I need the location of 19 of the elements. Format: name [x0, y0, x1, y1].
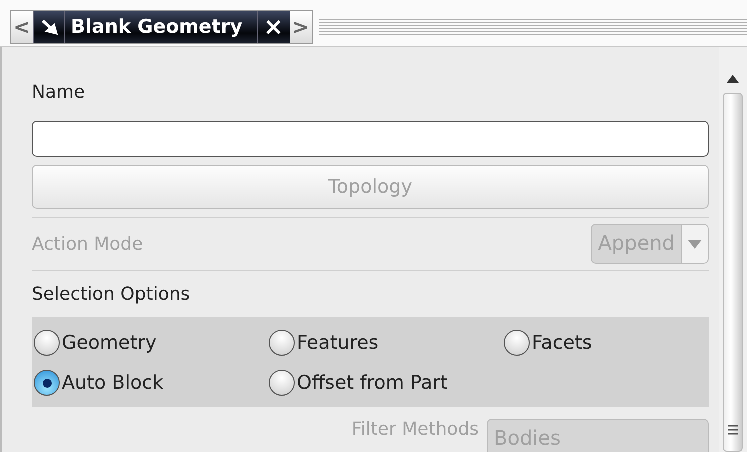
radio-option[interactable]: Offset from Part [269, 365, 504, 401]
radio-option[interactable]: Features [269, 325, 504, 361]
drag-grip[interactable] [318, 19, 747, 37]
selection-options-label: Selection Options [32, 284, 190, 304]
scrollbar[interactable] [719, 47, 747, 452]
action-mode-label: Action Mode [32, 234, 144, 254]
next-tab-button[interactable]: > [290, 11, 312, 43]
radio-option[interactable]: Auto Block [34, 365, 269, 401]
filter-methods-label: Filter Methods [352, 419, 479, 439]
name-input[interactable] [32, 121, 709, 157]
radio-option[interactable]: Facets [504, 325, 709, 361]
close-button[interactable]: × [258, 11, 290, 43]
grip-icon [728, 425, 738, 437]
panel-tab[interactable]: Blank Geometry [64, 11, 257, 43]
scroll-up-icon[interactable] [727, 75, 739, 83]
previous-tab-button[interactable]: < [11, 11, 33, 43]
name-label: Name [32, 82, 86, 102]
radio-option[interactable]: Geometry [34, 325, 269, 361]
caret-icon [688, 240, 702, 248]
